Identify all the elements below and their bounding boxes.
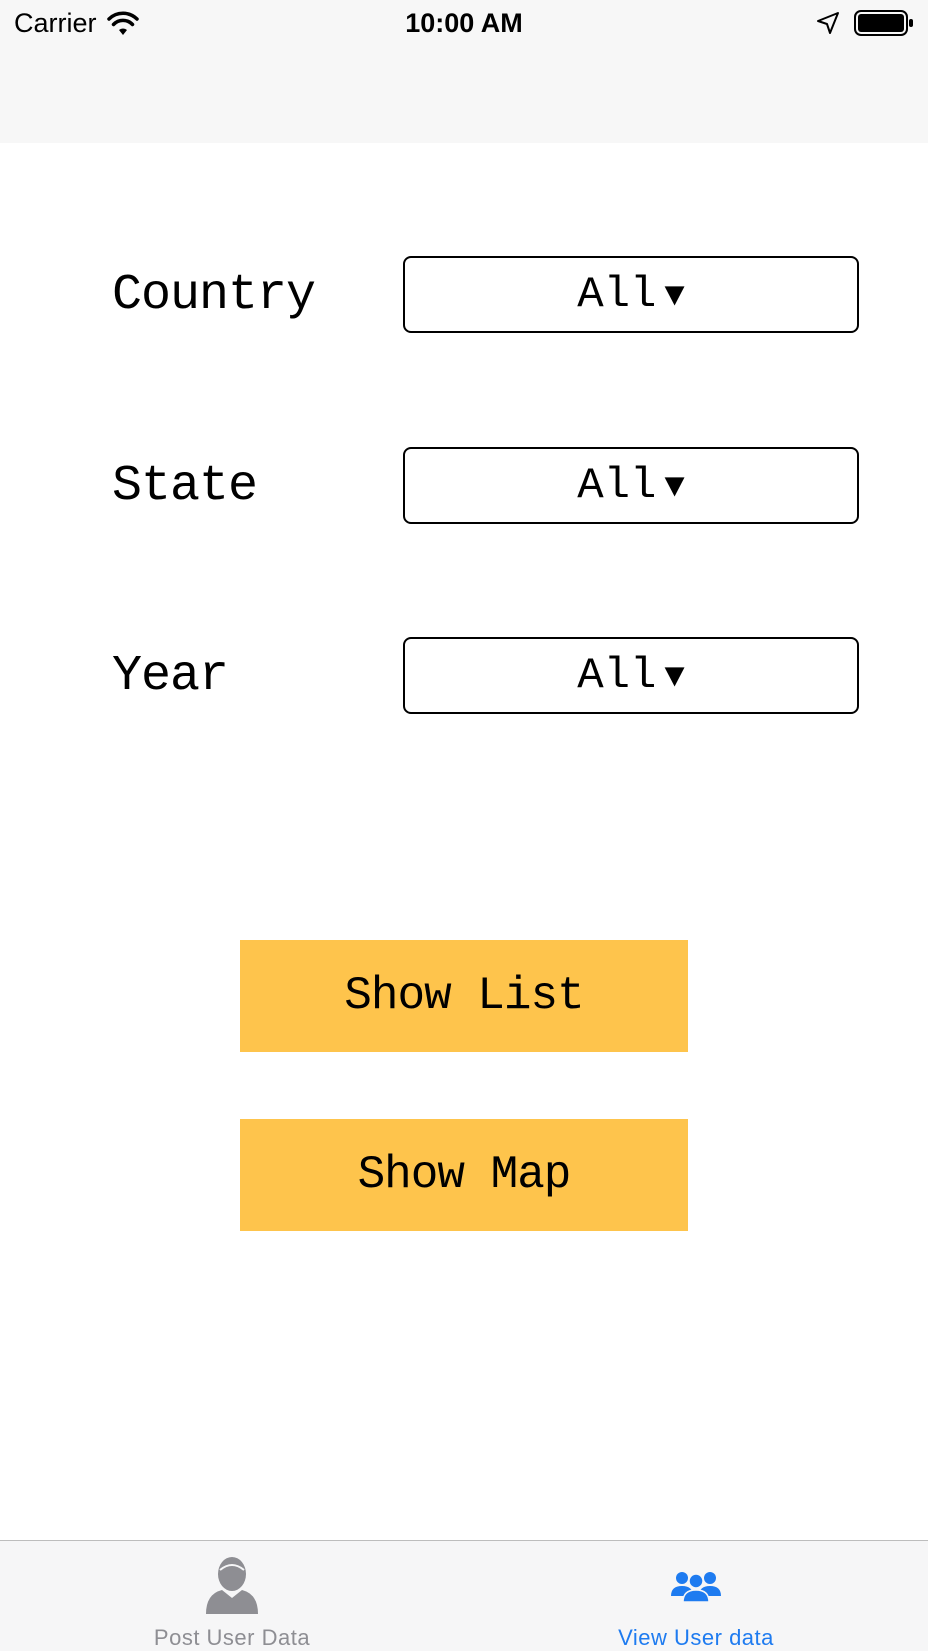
caret-down-icon: ▼ [664,468,685,507]
status-time: 10:00 AM [405,8,523,38]
state-dropdown[interactable]: All ▼ [403,447,859,524]
state-label: State [112,458,258,515]
caret-down-icon: ▼ [664,277,685,316]
country-dropdown-value: All [577,269,657,320]
country-dropdown[interactable]: All ▼ [403,256,859,333]
country-filter-row: Country All ▼ [0,256,928,336]
year-dropdown[interactable]: All ▼ [403,637,859,714]
year-dropdown-value: All [577,650,657,701]
user-icon [202,1555,262,1615]
country-label: Country [112,267,316,324]
users-group-icon [666,1555,726,1615]
year-label: Year [112,648,229,705]
battery-icon [854,10,914,36]
tab-view-user-data[interactable]: View User data [464,1541,928,1652]
location-arrow-icon [816,11,840,35]
tab-post-user-data-label: Post User Data [153,1625,311,1650]
state-dropdown-value: All [577,460,657,511]
show-list-button[interactable]: Show List [240,940,688,1052]
state-filter-row: State All ▼ [0,447,928,527]
navigation-bar: Carrier 10:00 AM [0,0,928,143]
tab-bar: Post User Data View User data [0,1540,928,1651]
year-filter-row: Year All ▼ [0,637,928,717]
caret-down-icon: ▼ [664,658,685,697]
tab-post-user-data[interactable]: Post User Data [0,1541,464,1652]
status-right [816,10,914,36]
tab-view-user-data-label: View User data [618,1625,774,1650]
show-map-button[interactable]: Show Map [240,1119,688,1231]
